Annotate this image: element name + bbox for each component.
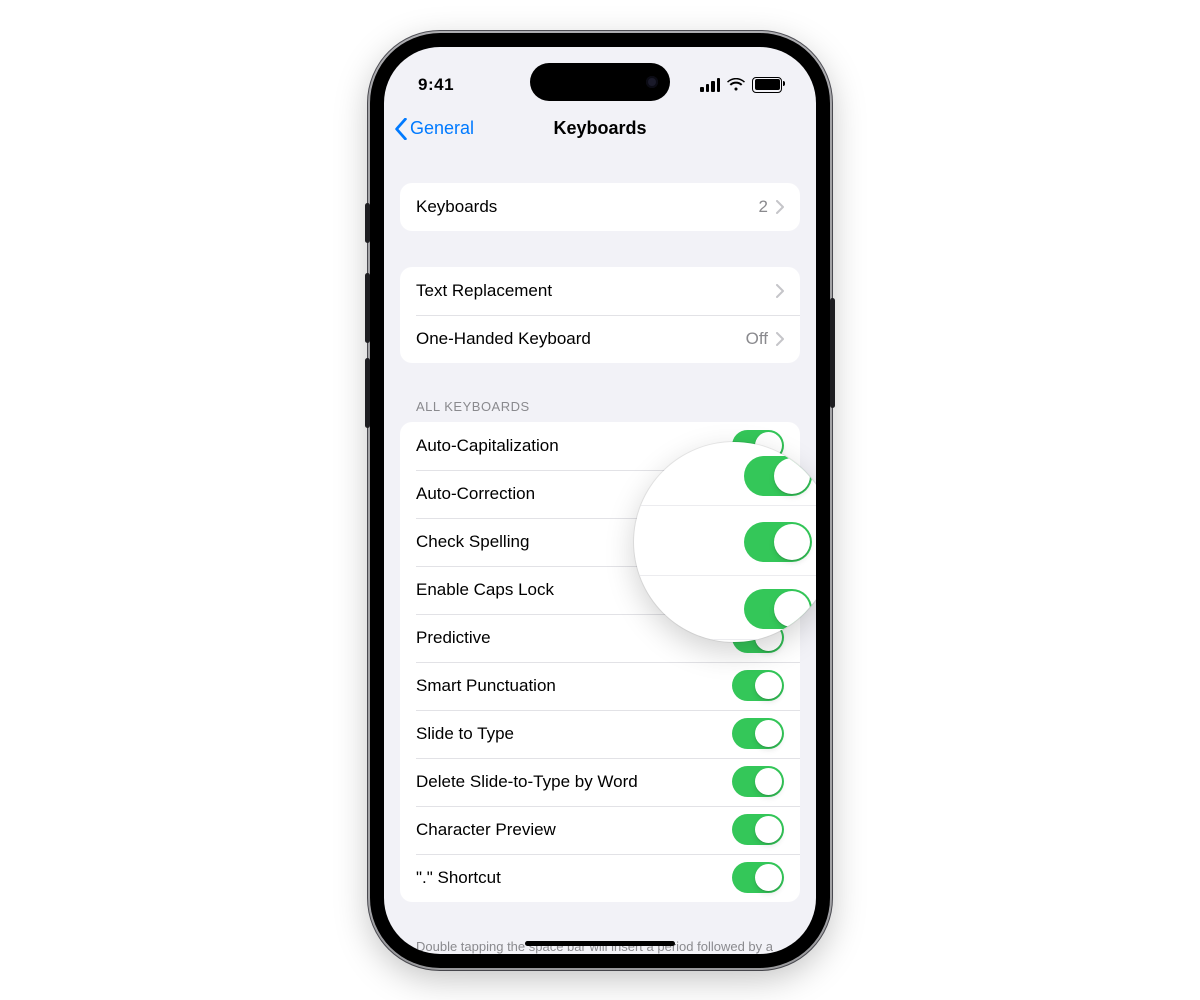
row-label: Predictive xyxy=(416,628,491,648)
chevron-right-icon xyxy=(776,200,784,214)
row-label: Auto-Capitalization xyxy=(416,436,559,456)
row-label: Auto-Correction xyxy=(416,484,535,504)
toggle-slide-to-type[interactable] xyxy=(732,718,784,749)
row-label: Enable Caps Lock xyxy=(416,580,554,600)
row-keyboards[interactable]: Keyboards 2 xyxy=(400,183,800,231)
row-label: Keyboards xyxy=(416,197,497,217)
page-title: Keyboards xyxy=(553,118,646,139)
home-indicator[interactable] xyxy=(525,941,675,946)
toggle-icon xyxy=(744,522,812,562)
magnified-toggle-auto-capitalization xyxy=(634,446,816,506)
cell-signal-icon xyxy=(700,78,720,92)
row-smart-punctuation: Smart Punctuation xyxy=(400,662,800,710)
row-label: Slide to Type xyxy=(416,724,514,744)
keyboards-count: 2 xyxy=(759,197,768,217)
back-label: General xyxy=(410,118,474,139)
chevron-right-icon xyxy=(776,284,784,298)
side-button xyxy=(830,298,835,408)
magnified-toggle-check-spelling xyxy=(634,578,816,640)
toggle-character-preview[interactable] xyxy=(732,814,784,845)
toggle-icon xyxy=(744,456,812,496)
status-time: 9:41 xyxy=(418,75,454,95)
row-label: One-Handed Keyboard xyxy=(416,329,591,349)
toggle-smart-punctuation[interactable] xyxy=(732,670,784,701)
one-handed-value: Off xyxy=(746,329,768,349)
chevron-left-icon xyxy=(394,118,408,140)
volume-down-button xyxy=(365,358,370,428)
toggle-icon xyxy=(744,589,812,629)
group-keyboards: Keyboards 2 xyxy=(400,183,800,231)
iphone-frame: 9:41 General Keyboards Keyboards xyxy=(370,33,830,968)
battery-icon xyxy=(752,77,782,93)
row-text-replacement[interactable]: Text Replacement xyxy=(400,267,800,315)
row-delete-slide-to-type-by-word: Delete Slide-to-Type by Word xyxy=(400,758,800,806)
volume-up-button xyxy=(365,273,370,343)
row-label: Check Spelling xyxy=(416,532,529,552)
chevron-right-icon xyxy=(776,332,784,346)
silence-switch xyxy=(365,203,370,243)
row-one-handed[interactable]: One-Handed Keyboard Off xyxy=(400,315,800,363)
wifi-icon xyxy=(727,78,745,92)
toggle-shortcut[interactable] xyxy=(732,862,784,893)
row-label: Text Replacement xyxy=(416,281,552,301)
toggle-delete-slide-to-type-by-word[interactable] xyxy=(732,766,784,797)
row-label: Delete Slide-to-Type by Word xyxy=(416,772,638,792)
row-slide-to-type: Slide to Type xyxy=(400,710,800,758)
row-label: "." Shortcut xyxy=(416,868,501,888)
magnified-toggle-auto-correction xyxy=(634,508,816,576)
back-button[interactable]: General xyxy=(394,105,474,153)
section-header-all-keyboards: ALL KEYBOARDS xyxy=(416,399,784,414)
group-text: Text Replacement One-Handed Keyboard Off xyxy=(400,267,800,363)
row-character-preview: Character Preview xyxy=(400,806,800,854)
row-label: Character Preview xyxy=(416,820,556,840)
row-label: Smart Punctuation xyxy=(416,676,556,696)
dynamic-island xyxy=(530,63,670,101)
nav-bar: General Keyboards xyxy=(384,105,816,153)
magnifier-callout xyxy=(634,442,816,642)
row-shortcut: "." Shortcut xyxy=(400,854,800,902)
screen: 9:41 General Keyboards Keyboards xyxy=(384,47,816,954)
